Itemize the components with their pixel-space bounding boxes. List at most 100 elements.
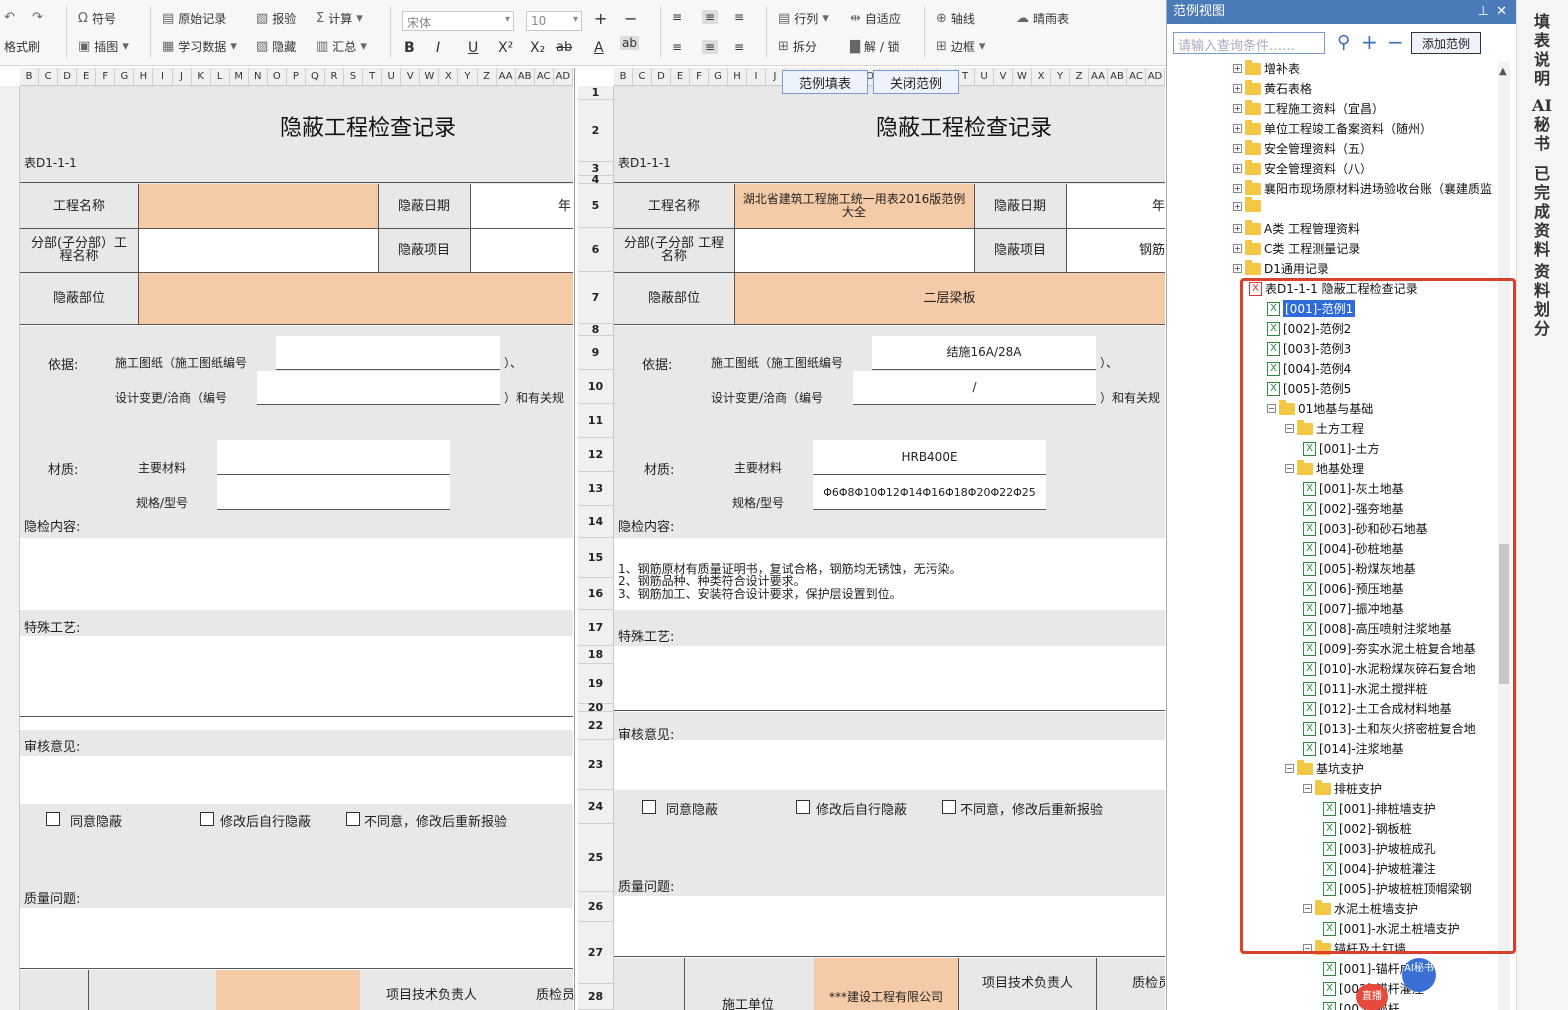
bold-icon[interactable]: B — [404, 40, 415, 56]
column-header-cell[interactable]: M — [230, 68, 249, 85]
fill-help-tab[interactable]: 填表说明 — [1531, 12, 1553, 88]
fill-example-button[interactable]: 范例填表 — [782, 70, 868, 94]
column-header-cell[interactable]: D — [652, 68, 671, 85]
column-header-cell[interactable]: AC — [535, 68, 554, 85]
modify-checkbox-right[interactable] — [796, 800, 810, 814]
row-header-cell[interactable]: 22 — [578, 712, 613, 740]
column-header-cell[interactable]: F — [96, 68, 116, 85]
row-col-button[interactable]: ▤ 行列 ▾ — [778, 10, 829, 27]
column-header-cell[interactable]: P — [287, 68, 306, 85]
row-header-cell[interactable]: 1 — [578, 86, 613, 100]
column-header-cell[interactable]: T — [363, 68, 383, 85]
summary-button[interactable]: ▥ 汇总 ▾ — [316, 38, 367, 55]
expand-icon[interactable]: + — [1233, 244, 1242, 253]
column-header-cell[interactable]: AD — [554, 68, 573, 85]
pin-icon[interactable]: ⊥ — [1478, 0, 1489, 24]
tree-node[interactable]: + 黄石表格 — [1233, 79, 1312, 97]
row-header-cell[interactable]: 11 — [578, 404, 613, 438]
tree-node[interactable]: + 安全管理资料（八） — [1233, 159, 1372, 177]
main-material-input[interactable] — [217, 440, 450, 475]
row-header-cell[interactable]: 10 — [578, 370, 613, 404]
hidden-date-field[interactable]: 年 — [470, 184, 573, 228]
column-header-cell[interactable]: H — [134, 68, 154, 85]
expand-icon[interactable]: + — [1233, 201, 1242, 211]
hidden-item-field[interactable] — [470, 228, 573, 272]
expand-icon[interactable]: + — [1233, 224, 1242, 233]
row-header-cell[interactable]: 18 — [578, 646, 613, 664]
column-header-cell[interactable]: F — [690, 68, 709, 85]
column-header-cell[interactable]: D — [58, 68, 78, 85]
row-header-cell[interactable]: 8 — [578, 324, 613, 336]
drawing-no-value[interactable]: 结施16A/28A — [872, 336, 1096, 370]
row-header-cell[interactable]: 16 — [578, 578, 613, 610]
row-header-cell[interactable]: 9 — [578, 336, 613, 370]
calc-button[interactable]: Σ 计算 ▾ — [316, 10, 363, 27]
design-change-value[interactable]: / — [853, 371, 1096, 405]
increase-font-icon[interactable]: + — [594, 9, 607, 28]
border-button[interactable]: ⊞ 边框 ▾ — [936, 38, 985, 55]
row-header-cell[interactable]: 5 — [578, 184, 613, 228]
expand-icon[interactable]: + — [1233, 164, 1242, 173]
expand-icon[interactable]: + — [1233, 84, 1242, 93]
quality-area[interactable] — [20, 908, 573, 968]
column-header-cell[interactable]: AC — [1127, 68, 1146, 85]
row-header-cell[interactable]: 2 — [578, 100, 613, 162]
column-header-cell[interactable]: U — [975, 68, 994, 85]
column-header-cell[interactable]: AB — [516, 68, 535, 85]
row-header-cell[interactable]: 20 — [578, 702, 613, 713]
column-header-cell[interactable]: J — [173, 68, 192, 85]
column-header-cell[interactable]: AD — [1146, 68, 1165, 85]
done-data-tab[interactable]: 已完成资料 — [1531, 164, 1553, 259]
column-header-cell[interactable]: K — [192, 68, 211, 85]
hide-button[interactable]: ▨ 隐藏 — [256, 38, 296, 55]
hidden-item-value[interactable]: 钢筋 — [1066, 228, 1165, 272]
agree-checkbox[interactable] — [46, 812, 60, 826]
row-header-cell[interactable]: 14 — [578, 506, 613, 538]
drawing-no-input[interactable] — [276, 336, 500, 370]
row-header-cell[interactable]: 12 — [578, 438, 613, 472]
subscript-icon[interactable]: X₂ — [530, 40, 545, 56]
column-header-cell[interactable]: R — [325, 68, 345, 85]
learn-data-button[interactable]: ▦ 学习数据 ▾ — [162, 38, 237, 55]
column-header-cell[interactable]: S — [344, 68, 364, 85]
align-center-icon[interactable]: ≡ — [702, 40, 719, 54]
project-name-field[interactable] — [138, 184, 378, 228]
spec-value[interactable]: Φ6Φ8Φ10Φ12Φ14Φ16Φ18Φ20Φ22Φ25 — [813, 475, 1046, 510]
weather-button[interactable]: ☁ 晴雨表 — [1016, 10, 1069, 27]
row-header-cell[interactable]: 27 — [578, 922, 613, 984]
column-header-cell[interactable]: Q — [306, 68, 325, 85]
column-header-cell[interactable]: Y — [458, 68, 478, 85]
row-header-cell[interactable]: 6 — [578, 228, 613, 272]
column-header-cell[interactable]: I — [747, 68, 766, 85]
column-header-cell[interactable]: E — [671, 68, 690, 85]
live-float-button[interactable]: 直播 — [1356, 984, 1388, 1010]
axis-button[interactable]: ⊕ 轴线 — [936, 10, 975, 27]
clear-format-icon[interactable]: ab — [620, 36, 639, 50]
lock-button[interactable]: ▇ 解 / 锁 — [850, 38, 900, 55]
column-header-cell[interactable]: I — [153, 68, 173, 85]
data-division-tab[interactable]: 资料划分 — [1531, 262, 1553, 338]
spec-input[interactable] — [217, 475, 450, 510]
decrease-font-icon[interactable]: − — [624, 9, 637, 28]
tree-node[interactable]: + 襄阳市现场原材料进场验收台账（襄建质监 — [1233, 179, 1492, 197]
tree-node[interactable]: + 增补表 — [1233, 59, 1300, 77]
column-header-cell[interactable]: W — [420, 68, 440, 85]
column-header-cell[interactable]: X — [1032, 68, 1051, 85]
undo-icon[interactable]: ↶ — [4, 10, 15, 25]
row-header-cell[interactable]: 17 — [578, 610, 613, 646]
hidden-part-value[interactable]: 二层梁板 — [734, 272, 1165, 324]
original-record-button[interactable]: ▤ 原始记录 — [162, 10, 226, 27]
hidden-part-field[interactable] — [138, 272, 573, 324]
column-header-cell[interactable]: W — [1013, 68, 1032, 85]
remove-icon[interactable]: − — [1387, 30, 1404, 54]
tree-node[interactable]: + D1通用记录 — [1233, 259, 1329, 277]
review-area[interactable] — [20, 756, 573, 804]
column-header-cell[interactable]: E — [77, 68, 97, 85]
row-header-cell[interactable]: 7 — [578, 272, 613, 324]
column-header-cell[interactable]: X — [439, 68, 459, 85]
font-color-icon[interactable]: A — [594, 40, 604, 56]
main-material-value[interactable]: HRB400E — [813, 440, 1046, 475]
row-header-cell[interactable]: 13 — [578, 472, 613, 506]
project-name-value[interactable]: 湖北省建筑工程施工统一用表2016版范例大全 — [734, 184, 974, 228]
add-example-button[interactable]: 添加范例 — [1411, 32, 1481, 54]
